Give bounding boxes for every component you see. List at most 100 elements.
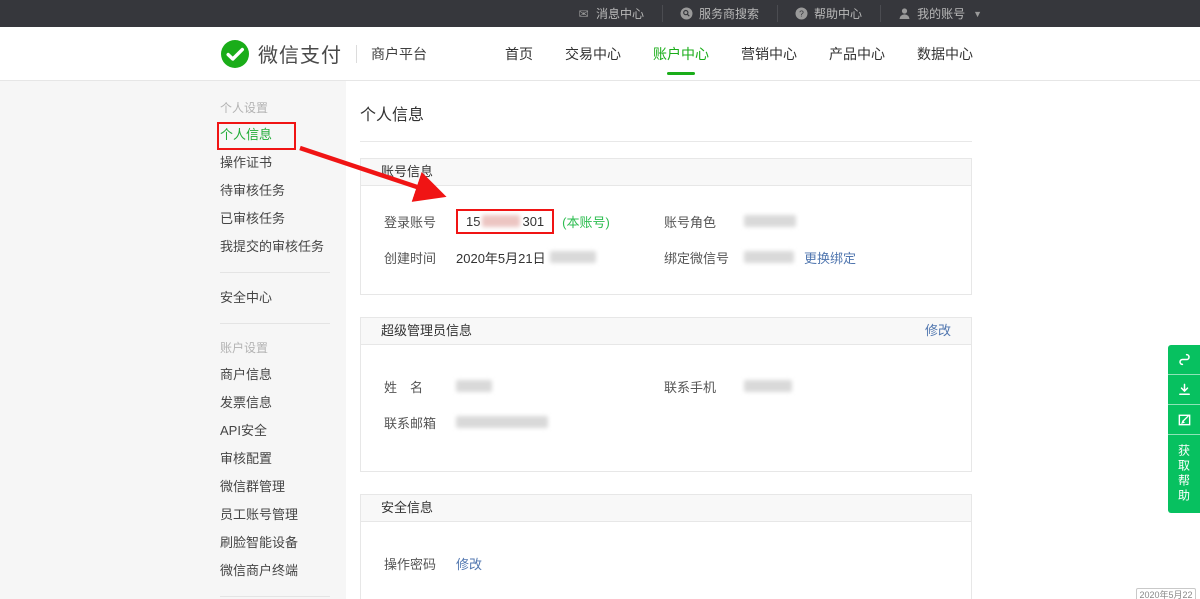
security-row-reserve: 预留信息 未设置 修改 [384,590,971,599]
security-info-card-title: 安全信息 [381,500,433,515]
created-time-masked [550,251,596,263]
download-icon [1177,382,1192,397]
created-time-label: 创建时间 [384,248,456,267]
bound-wechat-masked [744,251,794,263]
date-chip: 2020年5月22日 [1136,588,1196,599]
sidebar-item-wechat-group-mgmt[interactable]: 微信群管理 [220,473,346,501]
login-account-suffix: 301 [522,214,544,229]
get-help-button[interactable]: 获取帮助 [1168,435,1200,513]
admin-row-1: 姓 名 联系手机 [384,371,971,401]
feedback-icon [1177,412,1192,427]
brand-title: 微信支付 [258,39,342,68]
svg-text:?: ? [799,8,804,18]
title-divider [360,141,972,142]
security-info-card-header: 安全信息 [361,495,971,522]
security-row-password: 操作密码 修改 [384,548,971,578]
download-button[interactable] [1168,375,1200,405]
wechat-pay-logo-icon [220,39,250,69]
sidebar-item-invoice-info[interactable]: 发票信息 [220,389,346,417]
sidebar-section-personal-settings: 个人设置 [220,95,346,121]
security-info-card: 安全信息 操作密码 修改 预留信息 未设置 修改 预留信息是由你自己设置的一段文… [360,494,972,599]
sidebar-item-staff-account-mgmt[interactable]: 员工账号管理 [220,501,346,529]
super-admin-card-body: 姓 名 联系手机 联系邮箱 [361,345,971,471]
nav-account-center[interactable]: 账户中心 [653,27,709,81]
help-center-menu[interactable]: ? 帮助中心 [777,0,880,27]
message-center-label: 消息中心 [596,5,644,22]
sidebar-divider [220,272,330,273]
get-help-label: 获取帮助 [1176,444,1193,504]
sidebar-item-merchant-terminal[interactable]: 微信商户终端 [220,557,346,585]
account-info-card-body: 登录账号 15 301 (本账号) 账号角色 [361,186,971,294]
sidebar-item-operation-certificate[interactable]: 操作证书 [220,149,346,177]
reserve-info-label: 预留信息 [384,596,456,599]
created-time-value: 2020年5月21日 [456,248,546,267]
user-icon [898,7,911,20]
change-binding-link[interactable]: 更换绑定 [804,248,856,267]
hotline-icon [1177,352,1192,367]
super-admin-card: 超级管理员信息 修改 姓 名 联系手机 联系邮箱 [360,317,972,472]
top-utility-bar: ✉ 消息中心 服务商搜索 ? 帮助中心 我的账号 ▼ [0,0,1200,27]
security-info-card-body: 操作密码 修改 预留信息 未设置 修改 预留信息是由你自己设置的一段文字，用来鉴… [361,522,971,599]
page-title: 个人信息 [360,93,1200,141]
sidebar-item-personal-info[interactable]: 个人信息 [220,121,346,149]
account-info-card-header: 账号信息 [361,159,971,186]
sidebar-item-merchant-info[interactable]: 商户信息 [220,361,346,389]
nav-marketing-center[interactable]: 营销中心 [741,27,797,81]
help-icon: ? [795,7,808,20]
hotline-button[interactable] [1168,345,1200,375]
feedback-button[interactable] [1168,405,1200,435]
account-info-card-title: 账号信息 [381,164,433,179]
sidebar-divider [220,323,330,324]
sidebar-item-face-device[interactable]: 刷脸智能设备 [220,529,346,557]
service-provider-search-menu[interactable]: 服务商搜索 [662,0,777,27]
help-center-label: 帮助中心 [814,5,862,22]
contact-phone-masked [744,380,792,392]
admin-row-2: 联系邮箱 [384,407,971,437]
password-edit-link[interactable]: 修改 [456,554,482,573]
nav-transaction-center[interactable]: 交易中心 [565,27,621,81]
account-role-masked [744,215,796,227]
sidebar-divider [220,596,330,597]
login-account-label: 登录账号 [384,212,456,231]
account-row-2: 创建时间 2020年5月21日 绑定微信号 更换绑定 [384,242,971,272]
sidebar-item-reviewed-tasks[interactable]: 已审核任务 [220,205,346,233]
search-icon [680,7,693,20]
account-role-label: 账号角色 [664,212,744,231]
super-admin-card-header: 超级管理员信息 修改 [361,318,971,345]
message-center-menu[interactable]: ✉ 消息中心 [559,0,662,27]
sidebar-item-api-security[interactable]: API安全 [220,417,346,445]
brand-subtitle: 商户平台 [371,44,427,64]
sidebar-item-my-submitted-tasks[interactable]: 我提交的审核任务 [220,233,346,261]
primary-nav: 首页 交易中心 账户中心 营销中心 产品中心 数据中心 [505,27,973,81]
brand-logo[interactable]: 微信支付 商户平台 [220,39,427,69]
sidebar: 个人设置 个人信息 操作证书 待审核任务 已审核任务 我提交的审核任务 安全中心… [0,81,346,599]
page-layout: 个人设置 个人信息 操作证书 待审核任务 已审核任务 我提交的审核任务 安全中心… [0,81,1200,599]
reserve-info-value: 未设置 [456,596,495,599]
admin-name-masked [456,380,492,392]
bound-wechat-label: 绑定微信号 [664,248,744,267]
mail-icon: ✉ [577,7,590,20]
floating-help-bar: 获取帮助 [1168,345,1200,513]
nav-data-center[interactable]: 数据中心 [917,27,973,81]
main-content: 个人信息 账号信息 登录账号 15 301 (本账号) [346,81,1200,599]
sidebar-item-pending-review-tasks[interactable]: 待审核任务 [220,177,346,205]
main-header: 微信支付 商户平台 首页 交易中心 账户中心 营销中心 产品中心 数据中心 [0,27,1200,81]
account-row-1: 登录账号 15 301 (本账号) 账号角色 [384,206,971,236]
nav-home[interactable]: 首页 [505,27,533,81]
nav-product-center[interactable]: 产品中心 [829,27,885,81]
current-account-tag: (本账号) [562,212,610,231]
chevron-down-icon: ▼ [973,9,982,19]
service-provider-search-label: 服务商搜索 [699,5,759,22]
account-info-card: 账号信息 登录账号 15 301 (本账号) 账号角色 [360,158,972,295]
sidebar-section-account-settings: 账户设置 [220,335,346,361]
sidebar-item-review-config[interactable]: 审核配置 [220,445,346,473]
operation-password-label: 操作密码 [384,554,456,573]
my-account-menu[interactable]: 我的账号 ▼ [880,0,1000,27]
reserve-edit-link[interactable]: 修改 [505,596,531,599]
sidebar-item-security-center[interactable]: 安全中心 [220,284,346,312]
contact-email-masked [456,416,548,428]
brand-divider [356,45,357,63]
annotation-box-login: 15 301 [456,209,554,234]
contact-phone-label: 联系手机 [664,377,744,396]
super-admin-edit-link[interactable]: 修改 [925,318,951,344]
